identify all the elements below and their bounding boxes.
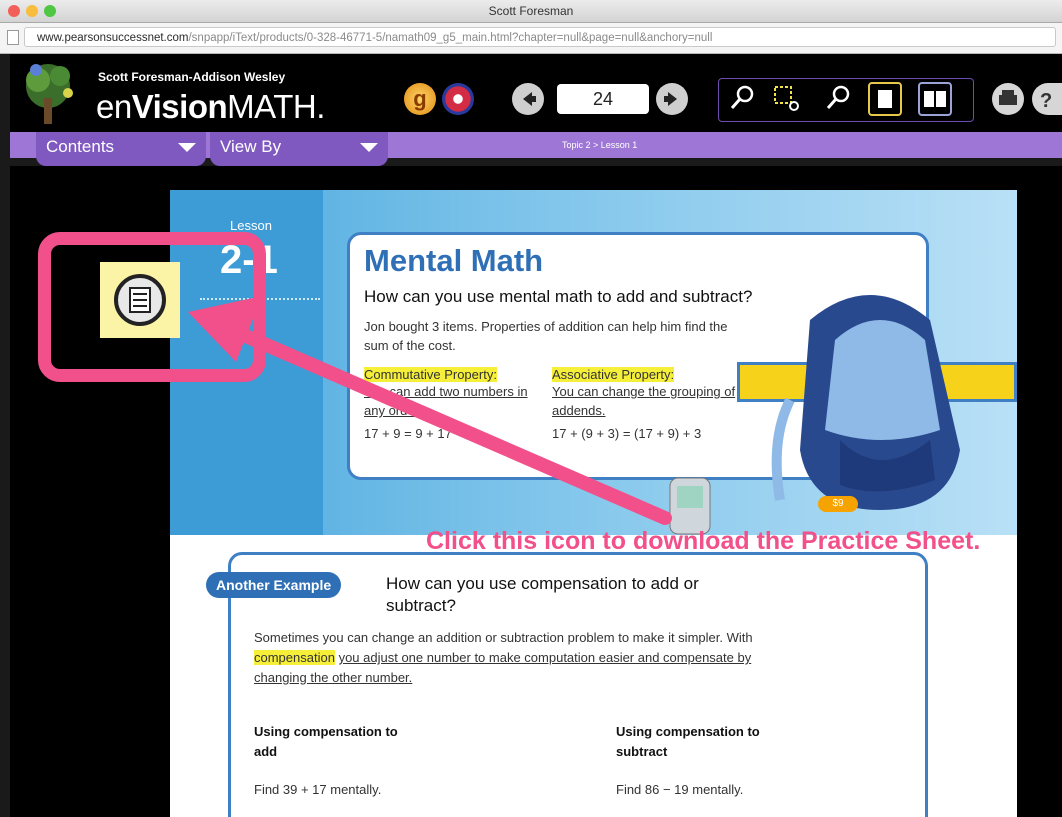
help-icon: ? xyxy=(1040,90,1052,112)
price-tag: $9 xyxy=(818,496,858,512)
practice-sheet-icon xyxy=(114,274,166,326)
commutative-label: Commutative Property: xyxy=(364,367,497,382)
next-page-button[interactable] xyxy=(656,83,688,115)
contents-menu[interactable]: Contents xyxy=(36,132,206,166)
window-titlebar: Scott Foresman xyxy=(0,0,1062,23)
single-page-icon xyxy=(878,90,892,108)
logo-vision: Vision xyxy=(131,88,228,125)
commutative-desc: You can add two numbers in any order. xyxy=(364,384,528,418)
viewby-menu[interactable]: View By xyxy=(210,132,388,166)
logo-dot: . xyxy=(316,88,325,125)
mental-math-title: Mental Math xyxy=(364,243,544,278)
compensation-subtract-task: Find 86 − 19 mentally. xyxy=(616,782,744,797)
window-title: Scott Foresman xyxy=(488,4,574,18)
chevron-down-icon xyxy=(178,143,196,152)
logo-math: MATH xyxy=(227,88,317,125)
associative-label: Associative Property: xyxy=(552,367,675,382)
breadcrumb: Topic 2 > Lesson 1 xyxy=(562,140,638,150)
svg-text:?: ? xyxy=(1040,90,1052,112)
previous-page-button[interactable] xyxy=(512,83,544,115)
compensation-text-pre: Sometimes you can change an addition or … xyxy=(254,630,753,645)
chevron-down-icon xyxy=(360,143,378,152)
compensation-add-title: Using compensation to add xyxy=(254,724,398,759)
lesson-label: Lesson xyxy=(230,218,272,233)
zoom-region-button[interactable] xyxy=(770,82,802,114)
associative-equation: 17 + (9 + 3) = (17 + 9) + 3 xyxy=(552,426,702,441)
compensation-subtract-title: Using compensation to subtract xyxy=(616,724,760,759)
another-example-badge: Another Example xyxy=(206,572,342,598)
glossary-icon: g xyxy=(413,86,427,111)
printer-icon xyxy=(999,90,1017,105)
marquee-zoom-icon xyxy=(774,86,799,111)
backpack-illustration xyxy=(771,295,960,510)
tools-button[interactable] xyxy=(442,83,474,115)
annotation-callout: Click this icon to download the Practice… xyxy=(426,527,981,555)
zoom-out-icon xyxy=(826,85,850,109)
address-field[interactable]: www.pearsonsuccessnet.com/snpapp/iText/p… xyxy=(24,27,1056,47)
print-button[interactable] xyxy=(992,83,1024,115)
zoom-in-button[interactable] xyxy=(726,82,758,114)
page-icon xyxy=(7,30,19,45)
associative-desc: You can change the grouping of addends. xyxy=(552,384,736,418)
product-name: enVisionMATH. xyxy=(96,88,325,126)
practice-sheet-button[interactable] xyxy=(100,262,180,338)
tree-logo-icon xyxy=(26,64,73,124)
zoom-out-button[interactable] xyxy=(822,82,854,114)
envision-logo: Scott Foresman-Addison Wesley enVisionMA… xyxy=(18,58,338,128)
url-bar: www.pearsonsuccessnet.com/snpapp/iText/p… xyxy=(0,23,1062,54)
glossary-button[interactable]: g xyxy=(404,83,436,115)
mental-math-intro: Jon bought 3 items. Properties of additi… xyxy=(364,319,728,353)
single-page-view-button[interactable] xyxy=(868,82,902,116)
publisher-name: Scott Foresman-Addison Wesley xyxy=(98,70,286,84)
magnifier-icon xyxy=(730,85,754,109)
compensation-term: compensation xyxy=(254,650,335,665)
mental-math-question: How can you use mental math to add and s… xyxy=(364,287,753,306)
another-example-text: Sometimes you can change an addition or … xyxy=(254,628,794,688)
associative-block: Associative Property: You can change the… xyxy=(552,367,752,441)
textbook-page: Lesson 2-1 Mental Math How can you use m… xyxy=(170,190,1017,817)
logo-en: en xyxy=(96,88,132,125)
url-path: /snpapp/iText/products/0-328-46771-5/nam… xyxy=(188,32,713,44)
another-example-question: How can you use compensation to add or s… xyxy=(386,574,699,615)
compensation-add-task: Find 39 + 17 mentally. xyxy=(254,782,382,797)
url-host: www.pearsonsuccessnet.com xyxy=(37,32,189,44)
arrow-left-icon xyxy=(523,92,536,106)
contents-label: Contents xyxy=(46,137,115,156)
help-button[interactable]: ? xyxy=(1032,83,1062,115)
two-page-view-button[interactable] xyxy=(918,82,952,116)
viewby-label: View By xyxy=(220,137,282,156)
two-page-icon xyxy=(924,91,946,107)
page-number-input[interactable]: 24 xyxy=(557,84,649,114)
arrow-right-icon xyxy=(664,92,677,106)
commutative-equation: 17 + 9 = 9 + 17 xyxy=(364,426,452,441)
commutative-block: Commutative Property: You can add two nu… xyxy=(364,367,544,441)
